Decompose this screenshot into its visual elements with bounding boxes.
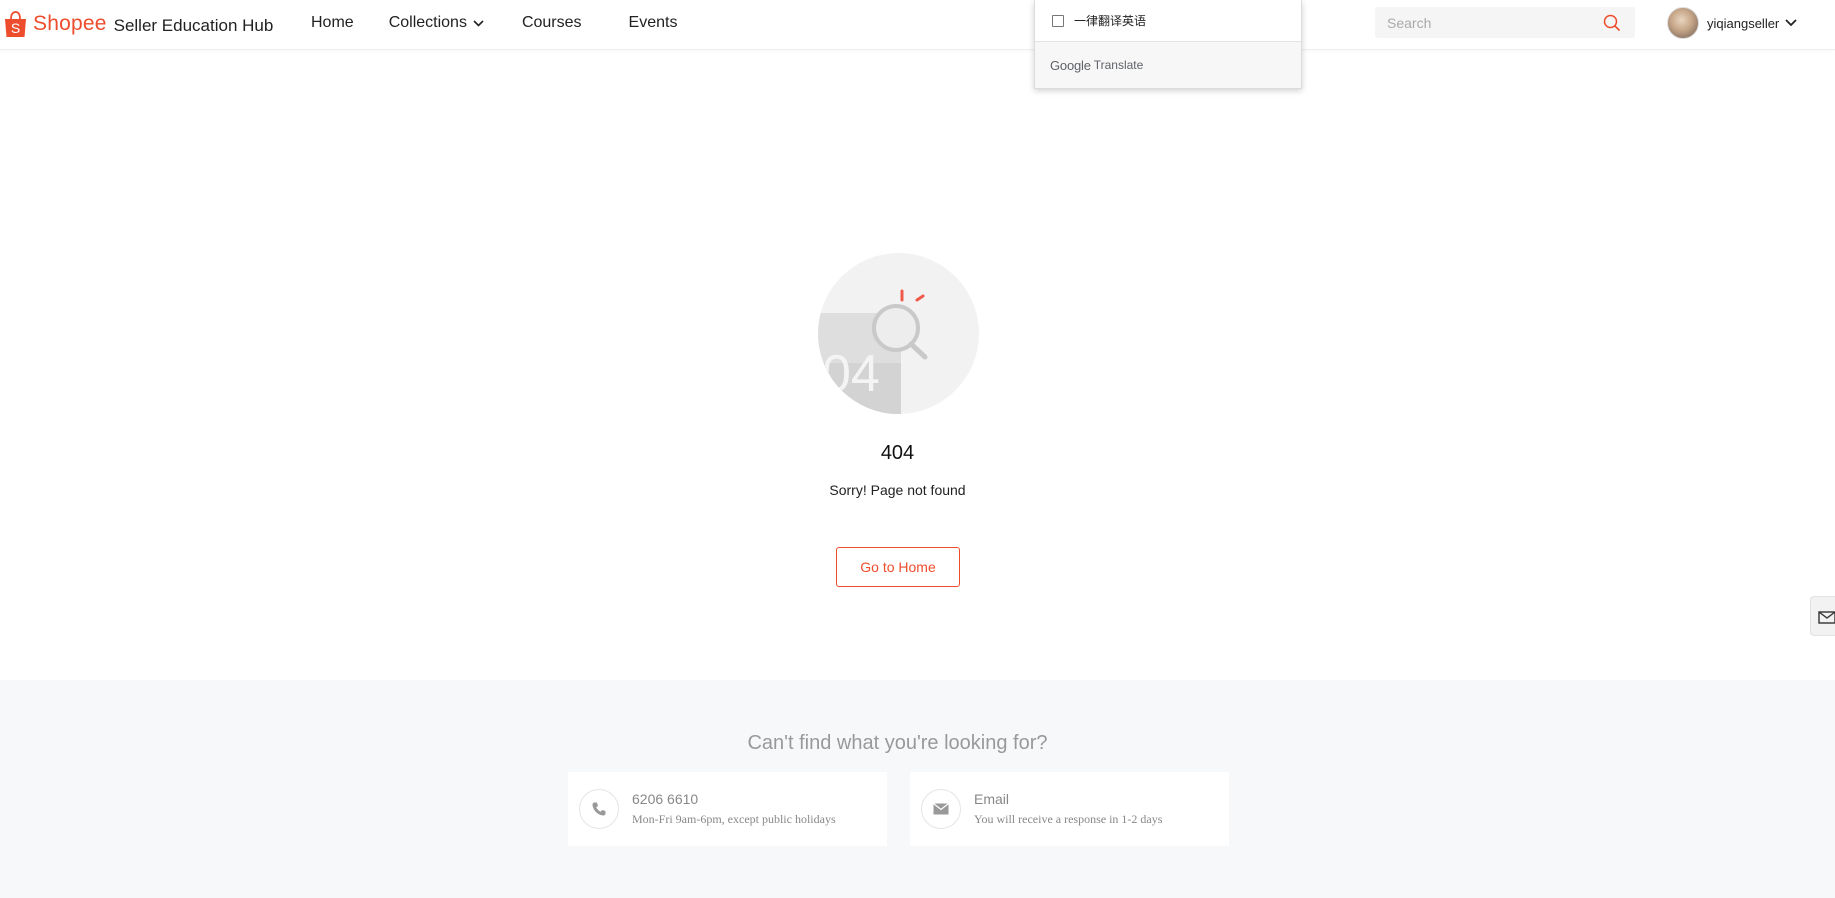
hub-title: Seller Education Hub (113, 16, 274, 35)
phone-contact-text: 6206 6610 Mon-Fri 9am-6pm, except public… (632, 791, 836, 827)
google-wordmark: Google (1050, 57, 1091, 73)
always-translate-option[interactable]: 一律翻译英语 (1035, 0, 1301, 42)
google-translate-popup: 一律翻译英语 Google Translate (1034, 0, 1302, 89)
shopee-bag-icon: S (4, 10, 27, 38)
avatar (1667, 7, 1699, 39)
illustration-text: 04 (822, 345, 880, 403)
phone-hours: Mon-Fri 9am-6pm, except public holidays (632, 812, 836, 826)
mail-icon (921, 789, 961, 829)
email-note: You will receive a response in 1-2 days (974, 812, 1163, 826)
nav-courses[interactable]: Courses (522, 14, 582, 32)
phone-contact-card: 6206 6610 Mon-Fri 9am-6pm, except public… (568, 772, 887, 846)
page: S Shopee Seller Education Hub Home Colle… (0, 0, 1835, 898)
nav-home[interactable]: Home (311, 14, 354, 32)
brand-name: Shopee (33, 12, 107, 35)
shopee-logo-link[interactable]: S Shopee Seller Education Hub (4, 8, 273, 40)
not-found-illustration: 04 (818, 253, 979, 414)
nav-events[interactable]: Events (629, 14, 678, 32)
chevron-down-icon (1785, 14, 1797, 32)
email-contact-card: Email You will receive a response in 1-2… (910, 772, 1229, 846)
search-icon[interactable] (1603, 14, 1621, 37)
go-to-home-button[interactable]: Go to Home (836, 547, 960, 587)
top-header: S Shopee Seller Education Hub Home Colle… (0, 0, 1835, 50)
nav-courses-label: Courses (521, 14, 582, 31)
user-menu[interactable]: yiqiangseller (1667, 7, 1797, 39)
username: yiqiangseller (1707, 15, 1780, 31)
always-translate-label: 一律翻译英语 (1074, 14, 1147, 28)
email-link[interactable]: Email (974, 791, 1162, 807)
nav-collections-label: Collections (388, 14, 467, 31)
nav-collections-dropdown[interactable]: Collections (389, 14, 484, 32)
search-input[interactable] (1387, 14, 1597, 31)
phone-icon (579, 789, 619, 829)
error-code: 404 (880, 442, 915, 464)
always-translate-checkbox[interactable] (1052, 14, 1064, 27)
error-message: Sorry! Page not found (829, 482, 966, 498)
help-section: Can't find what you're looking for? 6206… (0, 680, 1835, 898)
nav-home-label: Home (311, 14, 354, 31)
phone-number-link[interactable]: 6206 6610 (632, 791, 836, 807)
main-nav: Home Collections Courses Events (311, 0, 677, 46)
nav-events-label: Events (628, 14, 678, 31)
translate-footer: Google Translate (1035, 42, 1301, 88)
svg-text:S: S (11, 20, 20, 36)
help-title: Can't find what you're looking for? (747, 732, 1048, 754)
search-box (1375, 7, 1635, 38)
email-contact-text: Email You will receive a response in 1-2… (974, 791, 1162, 827)
chevron-down-icon (473, 14, 484, 32)
feedback-side-tab[interactable] (1810, 596, 1835, 636)
translate-wordmark: Translate (1093, 58, 1144, 72)
